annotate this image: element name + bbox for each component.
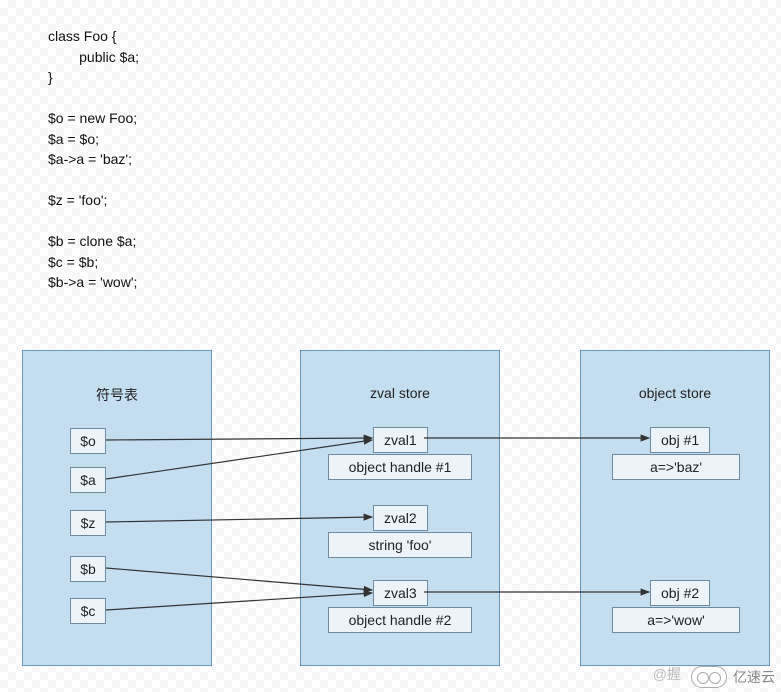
code-line: }: [48, 69, 53, 85]
code-line: $a = $o;: [48, 131, 99, 147]
code-line: $a->a = 'baz';: [48, 151, 132, 167]
var-b: $b: [70, 556, 106, 582]
zval1-name: zval1: [373, 427, 428, 453]
obj2-name: obj #2: [650, 580, 710, 606]
code-line: $b->a = 'wow';: [48, 274, 137, 290]
var-c: $c: [70, 598, 106, 624]
object-store-title: object store: [581, 385, 769, 401]
code-line: public $a;: [48, 49, 139, 65]
code-line: $o = new Foo;: [48, 110, 137, 126]
watermark-at: @握: [653, 664, 681, 684]
zval1-body: object handle #1: [328, 454, 472, 480]
var-z: $z: [70, 510, 106, 536]
code-line: class Foo {: [48, 28, 116, 44]
var-o: $o: [70, 428, 106, 454]
code-block: class Foo { public $a; } $o = new Foo; $…: [48, 26, 139, 293]
zval2-name: zval2: [373, 505, 428, 531]
obj1-body: a=>'baz': [612, 454, 740, 480]
zval3-body: object handle #2: [328, 607, 472, 633]
obj1-name: obj #1: [650, 427, 710, 453]
var-a: $a: [70, 467, 106, 493]
symbol-table-title: 符号表: [23, 385, 211, 405]
code-line: $z = 'foo';: [48, 192, 107, 208]
code-line: $b = clone $a;: [48, 233, 136, 249]
zval2-body: string 'foo': [328, 532, 472, 558]
zval3-name: zval3: [373, 580, 428, 606]
symbol-table-panel: 符号表: [22, 350, 212, 666]
obj2-body: a=>'wow': [612, 607, 740, 633]
watermark-brand: 亿速云: [733, 667, 775, 687]
cloud-logo-icon: [691, 666, 727, 688]
code-line: $c = $b;: [48, 254, 98, 270]
watermark: 亿速云: [691, 666, 775, 688]
zval-store-title: zval store: [301, 385, 499, 401]
